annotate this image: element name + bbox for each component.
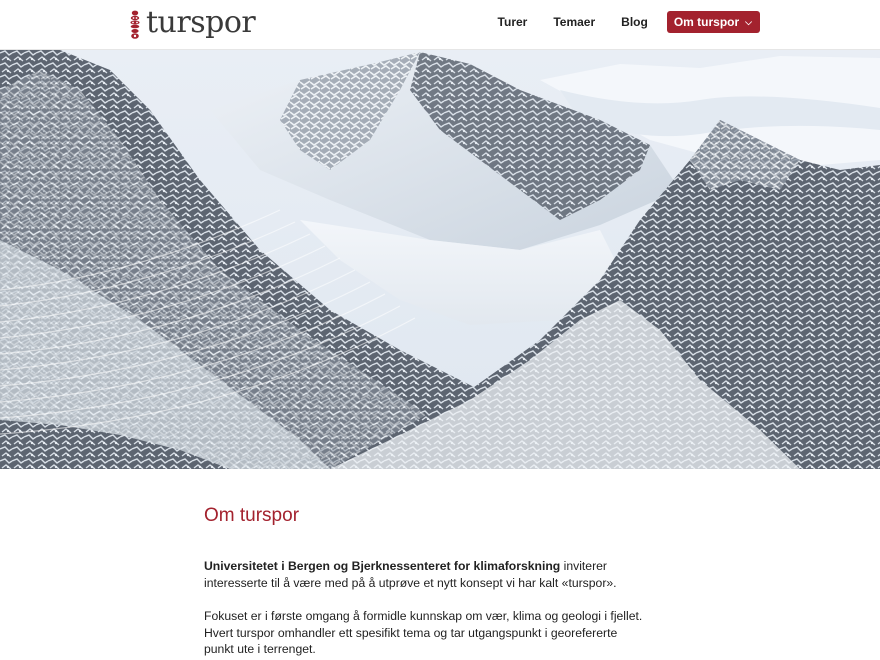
nav-item-blog[interactable]: Blog — [621, 11, 648, 33]
site-logo[interactable]: turspor — [128, 5, 256, 44]
nav-item-om-turspor[interactable]: Om turspor ⌵ — [666, 11, 760, 33]
chevron-down-icon: ⌵ — [745, 17, 752, 27]
intro-paragraph-bold: Universitetet i Bergen og Bjerknessenter… — [204, 559, 561, 573]
main-content: Om turspor Universitetet i Bergen og Bje… — [204, 505, 644, 660]
footprint-logo-icon — [130, 10, 140, 39]
nav-item-om-turspor-label: Om turspor — [673, 15, 740, 29]
site-header: turspor Turer Temaer Blog Om turspor ⌵ — [0, 0, 880, 50]
main-nav: Turer Temaer Blog Om turspor ⌵ — [472, 11, 760, 33]
page-title: Om turspor — [204, 505, 300, 526]
intro-paragraph: Universitetet i Bergen og Bjerknessenter… — [204, 558, 644, 591]
logo-text: turspor — [146, 5, 256, 40]
nav-item-turer[interactable]: Turer — [498, 11, 528, 33]
focus-paragraph: Fokuset er i første omgang å formidle ku… — [204, 609, 643, 656]
nav-item-temaer[interactable]: Temaer — [553, 11, 595, 33]
hero-image — [0, 50, 880, 469]
mountain-landscape-image — [0, 50, 880, 469]
